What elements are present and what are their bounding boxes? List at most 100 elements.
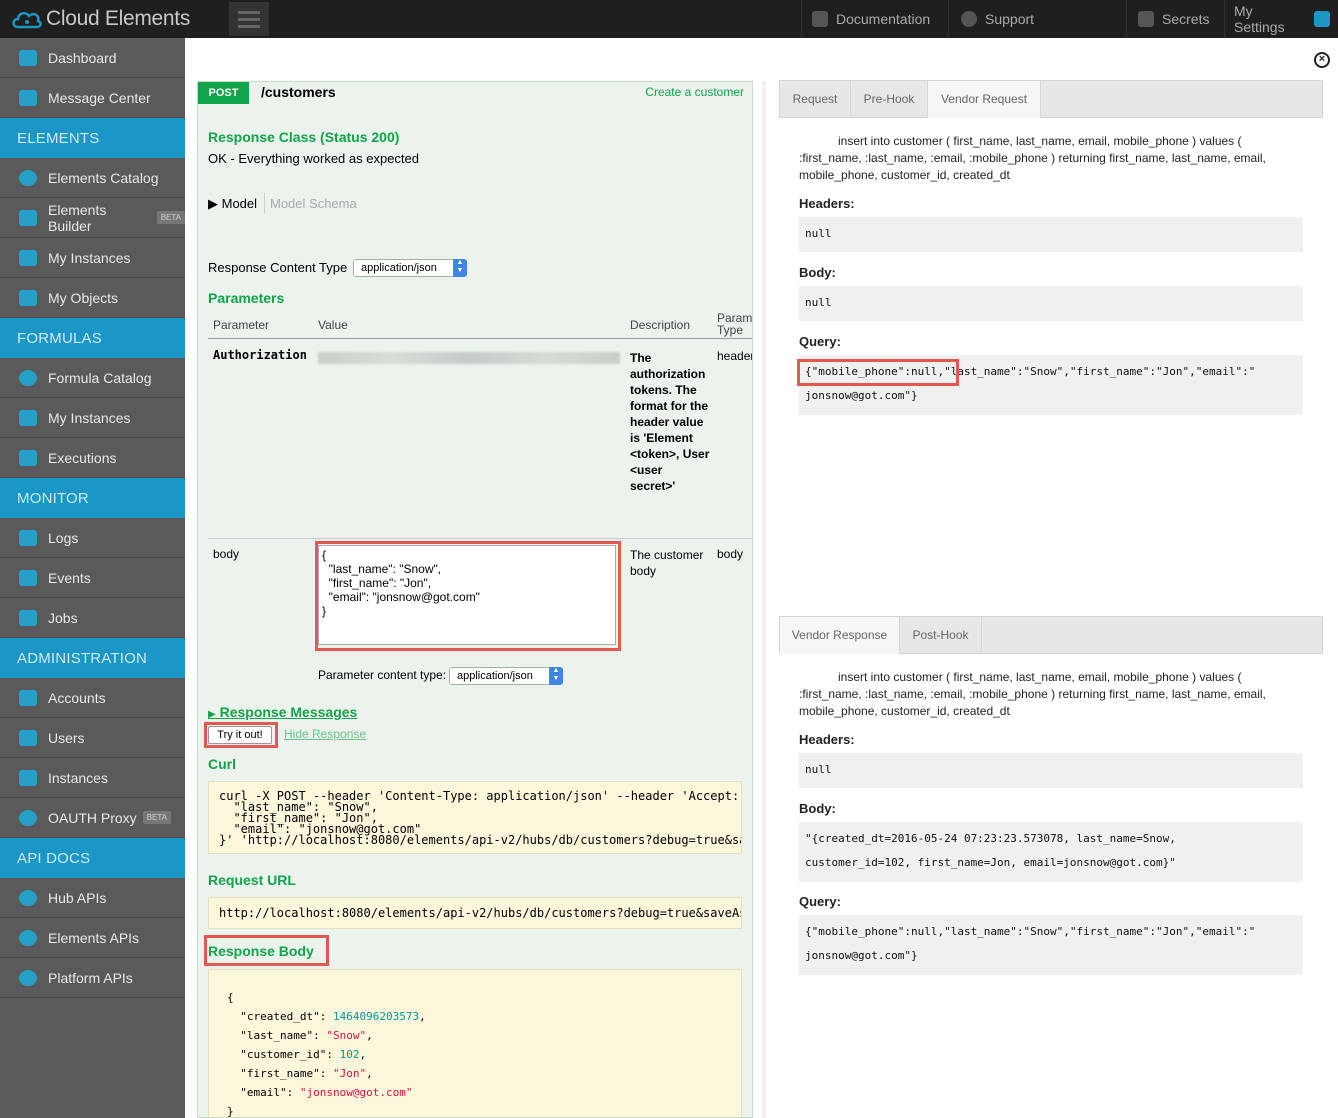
request-headers-label: Headers: [799,196,855,211]
request-body-label: Body: [799,265,836,280]
sidebar-item-elements-apis[interactable]: Elements APIs [0,918,185,958]
response-messages-link[interactable]: ▶ Response Messages [208,704,357,720]
sidebar-item-my-objects[interactable]: My Objects [0,278,185,318]
lock-icon [1138,11,1154,27]
close-icon[interactable]: × [1314,52,1330,68]
operation-header[interactable]: POST /customers Create a customer [198,82,752,104]
chevron-updown-icon: ▲ ▼ [453,259,467,277]
lock-icon [1314,11,1330,27]
list-icon [19,569,37,586]
operation-summary[interactable]: Create a customer [645,85,744,99]
response-headers-value: null [799,753,1303,788]
tab-vendor-request[interactable]: Vendor Request [928,81,1041,118]
parameters-heading: Parameters [208,290,285,306]
tab-request[interactable]: Request [780,81,851,118]
operation-path: /customers [261,84,336,100]
sidebar-item-hub-apis[interactable]: Hub APIs [0,878,185,918]
my-settings-link[interactable]: My Settings [1234,0,1338,38]
logo-text: Cloud Elements [46,7,191,30]
model-schema-tab[interactable]: Model Schema [270,196,357,211]
plus-circle-icon [19,969,37,986]
cloud-icon [19,249,37,266]
sidebar-item-executions[interactable]: Executions [0,438,185,478]
support-link[interactable]: Support [961,0,1034,38]
api-modal: × POST /customers Create a customer Resp… [185,38,1338,1118]
sidebar: Dashboard Message Center ELEMENTS Elemen… [0,38,185,1118]
truck-icon [19,209,37,226]
response-tabbar: Vendor Response Post-Hook [779,616,1323,654]
sidebar-item-events[interactable]: Events [0,558,185,598]
tab-post-hook[interactable]: Post-Hook [900,617,982,654]
sidebar-item-accounts[interactable]: Accounts [0,678,185,718]
sidebar-item-message-center[interactable]: Message Center [0,78,185,118]
request-sql: insert into customer ( first_name, last_… [799,134,1266,182]
response-query-label: Query: [799,894,841,909]
model-tab[interactable]: ▶ Model [208,196,257,212]
sidebar-item-users[interactable]: Users [0,718,185,758]
http-method-badge: POST [198,82,249,104]
info-icon [961,11,977,27]
param-content-type-label: Parameter content type: [318,668,447,682]
request-url-code: http://localhost:8080/elements/api-v2/hu… [208,897,742,929]
request-tabbar: Request Pre-Hook Vendor Request [779,80,1323,118]
plus-circle-icon [19,169,37,186]
col-value: Value [318,318,348,332]
sidebar-item-formula-instances[interactable]: My Instances [0,398,185,438]
cloud-logo-icon [10,5,44,33]
list-icon [19,449,37,466]
authorization-input[interactable] [318,352,620,364]
try-it-out-button[interactable]: Try it out! [208,726,272,744]
response-sql: insert into customer ( first_name, last_… [799,670,1266,718]
triangle-right-icon: ▶ [208,709,216,720]
response-content-type-select[interactable]: application/json ▲ ▼ [353,259,467,277]
menu-toggle-button[interactable] [229,2,269,36]
sidebar-section-monitor: MONITOR [0,478,185,518]
sidebar-item-elements-builder[interactable]: Elements Builder BETA [0,198,185,238]
response-query-value: {"mobile_phone":null,"last_name":"Snow",… [799,915,1303,975]
documentation-link[interactable]: Documentation [812,0,930,38]
secrets-link[interactable]: Secrets [1138,0,1209,38]
col-param-type: Parameter Type [717,311,753,337]
plus-circle-icon [19,889,37,906]
response-body-label: Body: [799,801,836,816]
top-bar: Cloud Elements Documentation Support Sec… [0,0,1338,38]
tab-vendor-response[interactable]: Vendor Response [780,617,900,654]
request-query-label: Query: [799,334,841,349]
response-class-heading: Response Class (Status 200) [208,129,400,145]
param-authorization-desc: The authorization tokens. The format for… [630,351,710,493]
sidebar-item-platform-apis[interactable]: Platform APIs [0,958,185,998]
sidebar-item-instances[interactable]: Instances [0,758,185,798]
sidebar-item-logs[interactable]: Logs [0,518,185,558]
sidebar-item-jobs[interactable]: Jobs [0,598,185,638]
sidebar-item-elements-catalog[interactable]: Elements Catalog [0,158,185,198]
plus-circle-icon [19,929,37,946]
inbox-icon [19,89,37,106]
sidebar-item-oauth-proxy[interactable]: OAUTH Proxy BETA [0,798,185,838]
highlight-box [797,359,959,386]
operation-panel: POST /customers Create a customer Respon… [197,81,753,1118]
param-body-desc: The customer body [630,548,704,578]
param-content-type-select[interactable]: application/json ▲ ▼ [449,667,563,685]
response-body-value: "{created_dt=2016-05-24 07:23:23.573078,… [799,822,1303,882]
barcode-icon [19,769,37,786]
sidebar-item-formula-catalog[interactable]: Formula Catalog [0,358,185,398]
response-headers-label: Headers: [799,732,855,747]
chevron-updown-icon: ▲ ▼ [549,667,563,685]
logo[interactable]: Cloud Elements [10,5,190,33]
col-parameter: Parameter [213,318,270,332]
request-headers-value: null [799,217,1303,252]
body-textarea[interactable]: { "last_name": "Snow", "first_name": "Jo… [318,545,616,645]
sidebar-item-dashboard[interactable]: Dashboard [0,38,185,78]
beta-badge: BETA [156,211,185,224]
hide-response-link[interactable]: Hide Response [284,727,366,741]
tab-pre-hook[interactable]: Pre-Hook [851,81,928,118]
panel-divider[interactable] [762,81,766,1118]
sidebar-item-my-instances[interactable]: My Instances [0,238,185,278]
response-body-heading: Response Body [208,943,314,959]
sitemap-icon [19,689,37,706]
sidebar-section-api-docs: API DOCS [0,838,185,878]
param-authorization-name: Authorization [213,348,307,362]
sidebar-section-elements: ELEMENTS [0,118,185,158]
param-body-type: body [717,547,744,561]
response-content-type-label: Response Content Type [208,260,348,275]
